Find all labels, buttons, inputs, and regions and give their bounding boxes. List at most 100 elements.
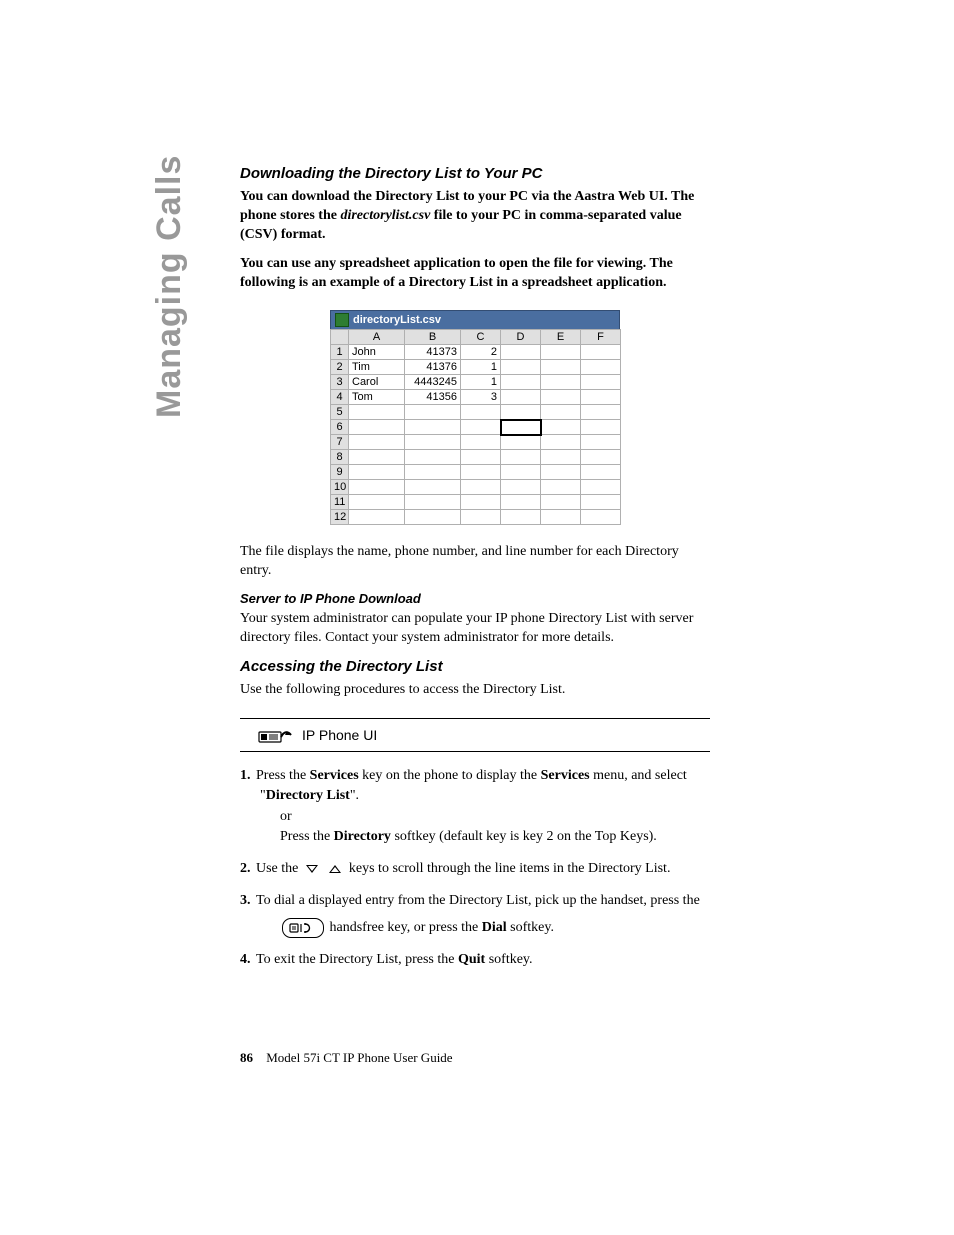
page-footer: 86 Model 57i CT IP Phone User Guide	[240, 1050, 453, 1066]
cell	[581, 495, 621, 510]
paragraph: Your system administrator can populate y…	[240, 610, 710, 648]
row-header: 11	[331, 495, 349, 510]
col-header: D	[501, 330, 541, 345]
row-header: 9	[331, 465, 349, 480]
cell	[581, 465, 621, 480]
cell	[501, 480, 541, 495]
cell	[541, 405, 581, 420]
row-header: 7	[331, 435, 349, 450]
col-header: A	[349, 330, 405, 345]
spreadsheet-titlebar: directoryList.csv	[330, 310, 620, 329]
cell: Tim	[349, 360, 405, 375]
cell	[461, 495, 501, 510]
spreadsheet-grid: ABCDEF1John4137322Tim4137613Carol4443245…	[330, 329, 621, 525]
cell	[405, 510, 461, 525]
heading-server-download: Server to IP Phone Download	[240, 591, 710, 606]
cell	[581, 390, 621, 405]
cell	[405, 495, 461, 510]
cell	[581, 450, 621, 465]
cell	[349, 510, 405, 525]
cell	[541, 420, 581, 435]
cell	[541, 450, 581, 465]
cell	[581, 345, 621, 360]
cell	[581, 510, 621, 525]
step-4: 4.To exit the Directory List, press the …	[240, 950, 710, 970]
phone-ui-icon	[258, 725, 292, 745]
cell	[405, 465, 461, 480]
cell: 3	[461, 390, 501, 405]
excel-icon	[335, 313, 349, 327]
row-header: 4	[331, 390, 349, 405]
cell	[581, 420, 621, 435]
cell	[501, 390, 541, 405]
cell	[501, 435, 541, 450]
row-header: 6	[331, 420, 349, 435]
cell	[461, 480, 501, 495]
paragraph: You can use any spreadsheet application …	[240, 255, 710, 293]
cell	[349, 405, 405, 420]
divider	[240, 718, 710, 719]
cell	[461, 450, 501, 465]
cell	[541, 495, 581, 510]
cell	[501, 375, 541, 390]
cell	[501, 495, 541, 510]
cell	[405, 420, 461, 435]
cell	[349, 480, 405, 495]
cell: 2	[461, 345, 501, 360]
cell	[405, 450, 461, 465]
cell	[501, 450, 541, 465]
col-header: B	[405, 330, 461, 345]
step-1: 1.Press the Services key on the phone to…	[240, 766, 710, 847]
cell: 41376	[405, 360, 461, 375]
cell	[541, 360, 581, 375]
col-header: E	[541, 330, 581, 345]
divider	[240, 751, 710, 752]
footer-title: Model 57i CT IP Phone User Guide	[266, 1050, 452, 1065]
row-header: 5	[331, 405, 349, 420]
cell	[461, 435, 501, 450]
heading-accessing: Accessing the Directory List	[240, 658, 710, 675]
cell	[541, 510, 581, 525]
step-2: 2.Use the keys to scroll through the lin…	[240, 859, 710, 879]
cell: 1	[461, 360, 501, 375]
cell	[501, 465, 541, 480]
cell	[581, 405, 621, 420]
row-header: 10	[331, 480, 349, 495]
cell	[581, 480, 621, 495]
cell	[349, 495, 405, 510]
cell	[405, 480, 461, 495]
cell: 41356	[405, 390, 461, 405]
cell	[581, 375, 621, 390]
spreadsheet-filename: directoryList.csv	[353, 314, 441, 326]
cell	[541, 480, 581, 495]
cell	[501, 510, 541, 525]
row-header: 8	[331, 450, 349, 465]
ui-mode-label: IP Phone UI	[302, 727, 377, 743]
cell	[405, 435, 461, 450]
cell	[541, 435, 581, 450]
cell	[541, 390, 581, 405]
col-header: F	[581, 330, 621, 345]
up-arrow-icon	[329, 865, 341, 873]
spreadsheet-example: directoryList.csv ABCDEF1John4137322Tim4…	[330, 310, 620, 525]
paragraph: The file displays the name, phone number…	[240, 543, 710, 581]
cell: 1	[461, 375, 501, 390]
cell	[501, 420, 541, 435]
cell: 41373	[405, 345, 461, 360]
cell	[541, 465, 581, 480]
cell	[501, 360, 541, 375]
cell	[541, 345, 581, 360]
cell	[541, 375, 581, 390]
cell	[349, 435, 405, 450]
cell: Carol	[349, 375, 405, 390]
cell: John	[349, 345, 405, 360]
cell	[461, 420, 501, 435]
cell	[461, 405, 501, 420]
cell: Tom	[349, 390, 405, 405]
page-number: 86	[240, 1050, 253, 1065]
steps-list: 1.Press the Services key on the phone to…	[240, 766, 710, 971]
cell	[461, 465, 501, 480]
cell	[501, 405, 541, 420]
step-3: 3.To dial a displayed entry from the Dir…	[240, 891, 710, 938]
row-header: 3	[331, 375, 349, 390]
